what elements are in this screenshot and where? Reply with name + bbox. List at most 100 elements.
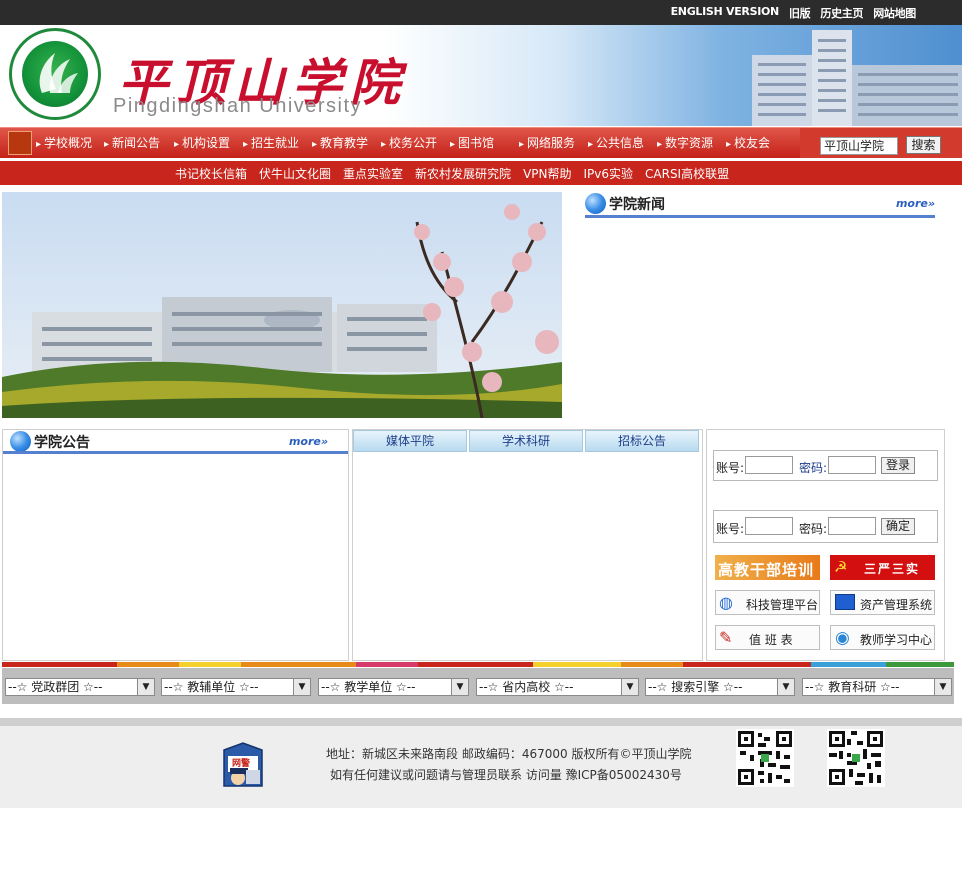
chevron-down-icon: ▼ xyxy=(777,679,794,695)
select-universities[interactable]: --☆ 省内高校 ☆-- ▼ xyxy=(476,678,639,696)
assets-system-label: 资产管理系统 xyxy=(860,598,933,612)
subnav-funiushan[interactable]: 伏牛山文化圈 xyxy=(259,165,331,182)
chevron-down-icon: ▼ xyxy=(934,679,951,695)
subnav-carsi[interactable]: CARSI高校联盟 xyxy=(645,165,729,182)
nav-item-digital[interactable]: 数字资源 xyxy=(657,134,713,151)
nav-item-library[interactable]: 图书馆 xyxy=(450,134,494,151)
notice-title: 学院公告 xyxy=(34,435,90,451)
news-globe-icon xyxy=(585,193,606,214)
password-input-1[interactable] xyxy=(828,456,876,474)
subnav-key-lab[interactable]: 重点实验室 xyxy=(343,165,403,182)
sub-nav: 书记校长信箱 伏牛山文化圈 重点实验室 新农村发展研究院 VPN帮助 IPv6实… xyxy=(0,161,962,185)
select-party-value: --☆ 党政群团 ☆-- xyxy=(8,680,103,694)
teacher-center-label: 教师学习中心 xyxy=(860,633,933,647)
banner: 平顶山学院 Pingdingshan University xyxy=(0,25,962,126)
qr-code-weibo[interactable] xyxy=(827,729,885,787)
select-auxiliary[interactable]: --☆ 教辅单位 ☆-- ▼ xyxy=(161,678,311,696)
links-select-row: --☆ 党政群团 ☆-- ▼ --☆ 教辅单位 ☆-- ▼ --☆ 教学单位 ☆--… xyxy=(2,668,954,704)
select-search-engine[interactable]: --☆ 搜索引擎 ☆-- ▼ xyxy=(645,678,795,696)
globe-icon: ◍ xyxy=(719,593,733,612)
nav-item-alumni[interactable]: 校友会 xyxy=(726,134,770,151)
duty-table-button[interactable]: ✎ 值 班 表 xyxy=(715,625,820,650)
nav-ornament-icon xyxy=(8,131,32,155)
university-seal-logo[interactable] xyxy=(9,28,101,120)
notice-globe-icon xyxy=(10,431,31,452)
tab-bidding[interactable]: 招标公告 xyxy=(585,430,699,452)
tech-platform-button[interactable]: ◍ 科技管理平台 xyxy=(715,590,820,615)
select-universities-value: --☆ 省内高校 ☆-- xyxy=(479,680,574,694)
search-button[interactable]: 搜索 xyxy=(906,136,941,154)
sanyan-banner[interactable]: ☭ 三严三实 xyxy=(830,555,935,580)
media-tabs: 媒体平院 学术科研 招标公告 xyxy=(353,430,701,452)
news-title: 学院新闻 xyxy=(609,197,665,213)
nav-item-affairs[interactable]: 校务公开 xyxy=(381,134,437,151)
media-panel xyxy=(352,429,703,661)
cyber-police-badge[interactable]: 网警 xyxy=(218,740,268,792)
password-input-2[interactable] xyxy=(828,517,876,535)
select-teaching[interactable]: --☆ 教学单位 ☆-- ▼ xyxy=(318,678,469,696)
subnav-rural-institute[interactable]: 新农村发展研究院 xyxy=(415,165,511,182)
notice-panel xyxy=(2,429,349,661)
color-divider xyxy=(2,662,954,667)
monitor-icon xyxy=(835,594,855,610)
footer-address: 地址：新城区未来路南段 邮政编码：467000 版权所有©平顶山学院 xyxy=(326,747,692,761)
select-teaching-value: --☆ 教学单位 ☆-- xyxy=(321,680,416,694)
footer-separator xyxy=(0,718,962,726)
subnav-mailbox[interactable]: 书记校长信箱 xyxy=(175,165,247,182)
chevron-down-icon: ▼ xyxy=(621,679,638,695)
account-input-1[interactable] xyxy=(745,456,793,474)
campus-building-image xyxy=(752,30,962,126)
chevron-down-icon: ▼ xyxy=(293,679,310,695)
select-party[interactable]: --☆ 党政群团 ☆-- ▼ xyxy=(5,678,155,696)
confirm-button[interactable]: 确定 xyxy=(881,518,915,535)
nav-item-departments[interactable]: 机构设置 xyxy=(174,134,230,151)
campus-photo[interactable] xyxy=(2,192,562,418)
subnav-vpn[interactable]: VPN帮助 xyxy=(523,165,571,182)
sanyan-label: 三严三实 xyxy=(864,562,921,576)
duty-icon: ✎ xyxy=(719,628,733,647)
login-button[interactable]: 登录 xyxy=(881,457,915,474)
main-nav: 学校概况 新闻公告 机构设置 招生就业 教育教学 校务公开 图书馆 网络服务 公… xyxy=(0,127,962,158)
assets-system-button[interactable]: 资产管理系统 xyxy=(830,590,935,615)
learning-center-icon: ◉ xyxy=(835,628,850,648)
select-auxiliary-value: --☆ 教辅单位 ☆-- xyxy=(164,680,259,694)
subnav-ipv6[interactable]: IPv6实验 xyxy=(584,165,634,182)
news-panel-header: 学院新闻 more» xyxy=(585,192,937,218)
chevron-down-icon: ▼ xyxy=(137,679,154,695)
nav-item-network[interactable]: 网络服务 xyxy=(519,134,575,151)
password-label-1: 密码: xyxy=(799,461,828,475)
qr-code-wechat[interactable] xyxy=(736,729,794,787)
teacher-center-button[interactable]: ◉ 教师学习中心 xyxy=(830,625,935,650)
history-home-link[interactable]: 历史主页 xyxy=(820,5,863,21)
tab-media[interactable]: 媒体平院 xyxy=(353,430,467,452)
account-input-2[interactable] xyxy=(745,517,793,535)
tab-research[interactable]: 学术科研 xyxy=(469,430,583,452)
select-research[interactable]: --☆ 教育科研 ☆-- ▼ xyxy=(802,678,952,696)
nav-item-news[interactable]: 新闻公告 xyxy=(104,134,160,151)
nav-item-public-info[interactable]: 公共信息 xyxy=(588,134,644,151)
training-label: 高教干部培训 xyxy=(718,561,815,579)
news-more-link[interactable]: more» xyxy=(896,197,935,210)
english-version-link[interactable]: ENGLISH VERSION xyxy=(671,5,780,21)
nav-item-overview[interactable]: 学校概况 xyxy=(36,134,92,151)
footer: 网警 地址：新城区未来路南段 邮政编码：467000 版权所有©平顶山学院 如有… xyxy=(0,726,962,808)
select-search-engine-value: --☆ 搜索引擎 ☆-- xyxy=(648,680,743,694)
password-label-2: 密码: xyxy=(799,522,828,536)
notice-underline xyxy=(3,451,348,454)
training-banner[interactable]: 高教干部培训 xyxy=(715,555,820,580)
nav-item-admission[interactable]: 招生就业 xyxy=(243,134,299,151)
chevron-down-icon: ▼ xyxy=(451,679,468,695)
notice-more-link[interactable]: more» xyxy=(289,435,328,448)
login-form-1: 账号: 密码: 登录 xyxy=(713,450,938,481)
select-research-value: --☆ 教育科研 ☆-- xyxy=(805,680,900,694)
search-input[interactable]: 平顶山学院 xyxy=(820,137,898,155)
university-name-en: Pingdingshan University xyxy=(113,95,363,117)
sitemap-link[interactable]: 网站地图 xyxy=(873,5,916,21)
top-bar: ENGLISH VERSION 旧版 历史主页 网站地图 xyxy=(0,0,962,25)
top-links: ENGLISH VERSION 旧版 历史主页 网站地图 xyxy=(671,5,917,21)
old-version-link[interactable]: 旧版 xyxy=(789,5,811,21)
nav-item-education[interactable]: 教育教学 xyxy=(312,134,368,151)
login-form-2: 账号: 密码: 确定 xyxy=(713,510,938,543)
police-badge-text: 网警 xyxy=(232,759,251,769)
party-emblem-icon: ☭ xyxy=(834,558,848,576)
